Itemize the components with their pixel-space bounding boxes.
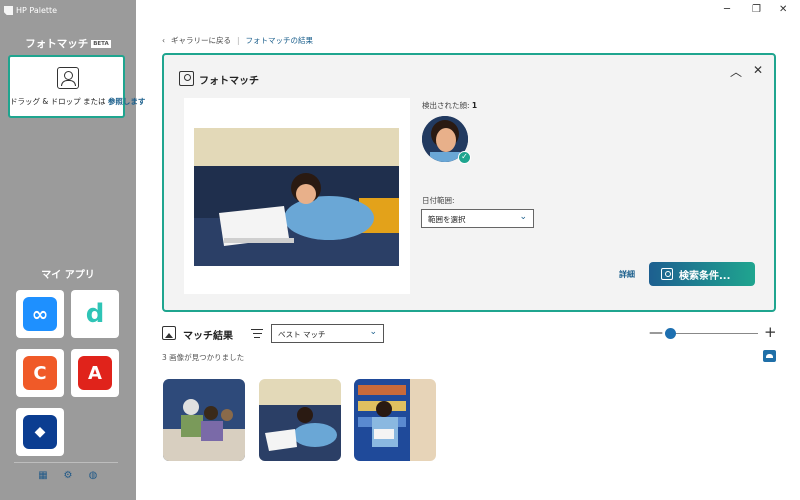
image-icon: [162, 326, 176, 340]
zoom-out-icon[interactable]: —: [649, 325, 663, 341]
result-image-1: [163, 379, 245, 461]
gear-icon[interactable]: ⚙: [63, 470, 74, 481]
close-panel-icon[interactable]: ✕: [753, 63, 763, 77]
result-thumbnail[interactable]: [354, 379, 436, 461]
my-apps-title: マイ アプリ: [41, 270, 95, 281]
app-tile-d[interactable]: d: [71, 290, 119, 338]
chevron-down-icon: ⌄: [369, 327, 377, 337]
zoom-slider-track[interactable]: [666, 333, 758, 334]
breadcrumb-current: フォトマッチの結果: [245, 36, 314, 45]
dropbox-app-icon: ◆: [23, 415, 57, 449]
face-upload-icon: [57, 67, 79, 89]
search-criteria-label: 検索条件...: [679, 270, 731, 282]
detected-faces-label: 検出された顔: 1: [422, 100, 477, 111]
filter-icon[interactable]: [251, 329, 263, 340]
result-thumbnail[interactable]: [163, 379, 245, 461]
collapse-chevron-icon[interactable]: ︿: [730, 63, 742, 80]
restore-icon[interactable]: ❐: [752, 4, 761, 15]
result-image-3: [354, 379, 436, 461]
app-title: HP Palette: [4, 6, 57, 15]
hp-logo-icon: [4, 6, 13, 15]
beta-badge: BETA: [91, 39, 111, 48]
app-title-text: HP Palette: [16, 6, 58, 15]
drop-zone-text: ドラッグ & ドロップ または 参照します: [10, 96, 145, 107]
results-title: マッチ結果: [183, 331, 233, 342]
close-window-icon[interactable]: ✕: [779, 4, 787, 15]
breadcrumb-separator: |: [237, 36, 240, 45]
sidebar-bottom-icons: ▦ ⚙ ◍: [0, 470, 136, 481]
add-photo-icon[interactable]: [763, 350, 776, 362]
app-tile-dropbox[interactable]: ◆: [16, 408, 64, 456]
face-search-button-icon: [661, 268, 673, 280]
app-tile-orange[interactable]: C: [16, 349, 64, 397]
chevron-down-icon: ⌄: [519, 212, 527, 222]
zoom-in-icon[interactable]: +: [764, 323, 777, 341]
result-thumbnail[interactable]: [259, 379, 341, 461]
app-tile-adobe[interactable]: A: [71, 349, 119, 397]
source-photo-frame: [184, 98, 410, 294]
chat-icon[interactable]: ◍: [88, 470, 99, 481]
detected-faces-text: 検出された顔:: [422, 101, 470, 110]
sidebar: HP Palette フォトマッチ BETA ドラッグ & ドロップ または 参…: [0, 0, 145, 500]
detected-faces-count: 1: [471, 101, 478, 110]
browse-link[interactable]: 参照します: [108, 97, 146, 106]
photo-match-panel: フォトマッチ ︿ ✕ 検出された顔: 1 ✓ 日付範囲: 範囲を選択 ⌄ 詳細 …: [162, 53, 776, 312]
sort-select[interactable]: ベスト マッチ ⌄: [271, 324, 384, 343]
grid-icon[interactable]: ▦: [38, 470, 49, 481]
result-image-2: [259, 379, 341, 461]
panel-title: フォトマッチ: [199, 76, 259, 87]
infinity-app-icon: ∞: [23, 297, 57, 331]
face-selected-check-icon: ✓: [458, 151, 471, 164]
photo-drop-zone[interactable]: ドラッグ & ドロップ または 参照します: [8, 55, 145, 118]
minimize-icon[interactable]: ─: [724, 4, 730, 15]
face-search-icon: [179, 71, 194, 86]
app-tile-infinity[interactable]: ∞: [16, 290, 64, 338]
orange-app-icon: C: [23, 356, 57, 390]
sidebar-heading: フォトマッチ BETA: [0, 36, 136, 51]
details-link[interactable]: 詳細: [619, 269, 635, 280]
d-app-icon: d: [78, 297, 112, 331]
zoom-slider-thumb[interactable]: [665, 328, 677, 339]
search-criteria-button[interactable]: 検索条件...: [649, 262, 755, 286]
back-chevron-icon[interactable]: ‹: [162, 36, 165, 45]
adobe-app-icon: A: [78, 356, 112, 390]
sidebar-heading-text: フォトマッチ: [25, 38, 89, 50]
source-photo-image: [194, 128, 399, 266]
sort-value: ベスト マッチ: [278, 330, 326, 339]
breadcrumb: ‹ ギャラリーに戻る | フォトマッチの結果: [162, 35, 313, 46]
results-count: 3 画像が見つかりました: [162, 353, 245, 362]
drop-zone-label: ドラッグ & ドロップ または: [10, 97, 106, 106]
date-range-select[interactable]: 範囲を選択 ⌄: [421, 209, 534, 228]
date-range-value: 範囲を選択: [428, 215, 466, 224]
back-to-gallery-link[interactable]: ギャラリーに戻る: [171, 35, 231, 46]
date-range-label: 日付範囲:: [422, 196, 455, 205]
source-photo: [194, 128, 399, 266]
sidebar-divider: [14, 462, 118, 463]
